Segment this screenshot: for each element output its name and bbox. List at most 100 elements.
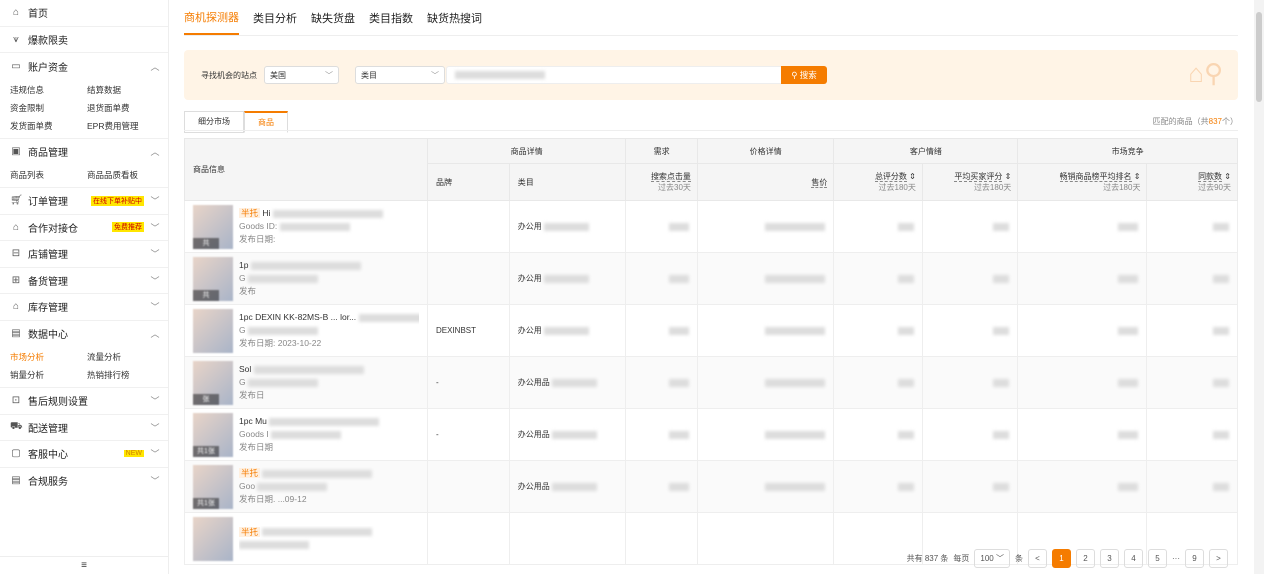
value-cell xyxy=(1146,304,1238,357)
submenu-item[interactable]: 违规信息 xyxy=(10,84,87,96)
col-same[interactable]: 同款数 ⇕ 过去90天 xyxy=(1146,163,1238,201)
value-cell xyxy=(625,512,698,565)
sidebar-item-compliance[interactable]: ▤ 合规服务 ﹀ xyxy=(0,468,168,495)
table-row[interactable]: 1pc DEXIN KK-82MS-B ... lor... G 发布日期: 2… xyxy=(184,304,1238,357)
product-thumbnail[interactable]: 共 xyxy=(193,204,233,249)
product-title[interactable]: Hi xyxy=(262,208,270,218)
store-icon: ⊟ xyxy=(11,248,21,260)
collapse-sidebar-icon[interactable]: ≡ xyxy=(0,556,168,574)
category-text: 办公用品 xyxy=(517,378,550,387)
product-title[interactable]: 1p xyxy=(239,260,248,270)
sort-icon[interactable]: ⇕ xyxy=(1005,172,1012,181)
col-clicks[interactable]: 搜索点击量 过去30天 xyxy=(625,163,698,201)
search-input[interactable] xyxy=(446,66,782,84)
next-page-button[interactable]: > xyxy=(1209,549,1228,568)
sidebar-item-account[interactable]: ▭ 账户资金 ︿ xyxy=(0,53,168,80)
category-select[interactable]: 类目 ﹀ xyxy=(355,66,445,84)
scrollbar-thumb[interactable] xyxy=(1256,12,1262,102)
page-1[interactable]: 1 xyxy=(1052,549,1071,568)
submenu-item[interactable]: 商品列表 xyxy=(10,169,87,181)
sidebar-item-data[interactable]: ▤ 数据中心 ︿ xyxy=(0,321,168,348)
sort-icon[interactable]: ⇕ xyxy=(1134,172,1141,181)
sidebar-item-goods[interactable]: ▣ 商品管理 ︿ xyxy=(0,139,168,166)
sidebar-item-inventory[interactable]: ⌂ 库存管理 ﹀ xyxy=(0,294,168,321)
category-text: 办公用品 xyxy=(517,482,550,491)
product-thumbnail[interactable]: 张 xyxy=(193,360,233,405)
promo-badge: 在线下单补贴中 xyxy=(91,195,144,206)
submenu-item[interactable]: 热销排行榜 xyxy=(87,369,164,381)
page-scrollbar[interactable] xyxy=(1254,0,1264,574)
table-row[interactable]: 共 半托 Hi Goods ID: 发布日期: 办公用 xyxy=(184,200,1238,253)
product-title[interactable]: 1pc Mu xyxy=(239,416,267,426)
sidebar-item-orders[interactable]: 🛒︎ 订单管理 在线下单补贴中 ﹀ xyxy=(0,188,168,215)
blurred-value xyxy=(262,469,373,478)
value-cell xyxy=(1017,252,1148,305)
tab-missing-goods[interactable]: 缺失货盘 xyxy=(311,2,355,34)
page-3[interactable]: 3 xyxy=(1100,549,1119,568)
goods-id: Goods I xyxy=(239,429,269,439)
sidebar-item-stock[interactable]: ⊞ 备货管理 ﹀ xyxy=(0,268,168,294)
blurred-value xyxy=(253,365,364,374)
sidebar-item-delivery[interactable]: ⛟ 配送管理 ﹀ xyxy=(0,415,168,441)
value-cell xyxy=(833,356,923,409)
submenu-item[interactable]: 商品品质看板 xyxy=(87,169,164,181)
warehouse-icon: ⌂ xyxy=(12,221,20,233)
sort-icon[interactable]: ⇕ xyxy=(909,172,916,181)
sidebar-item-aftersale[interactable]: ⊡ 售后规则设置 ﹀ xyxy=(0,388,168,415)
col-score[interactable]: 总评分数 ⇕ 过去180天 xyxy=(833,163,923,201)
home-icon: ⌂ xyxy=(12,7,20,19)
table-row[interactable]: 共1张 1pc Mu Goods I 发布日期 - 办公用品 xyxy=(184,408,1238,461)
table-row[interactable]: 共1张 半托 Goo 发布日期. ...09-12 办公用品 xyxy=(184,460,1238,513)
product-thumbnail[interactable]: 共1张 xyxy=(193,464,233,509)
page-size-select[interactable]: 100 ﹀ xyxy=(974,549,1010,568)
prev-page-button[interactable]: < xyxy=(1028,549,1047,568)
blurred-value xyxy=(248,378,318,387)
site-select[interactable]: 美国 ﹀ xyxy=(264,66,339,84)
submenu-item[interactable]: EPR费用管理 xyxy=(87,120,164,132)
sort-icon[interactable]: ⇕ xyxy=(1224,172,1231,181)
sidebar-item-coop[interactable]: ⌂ 合作对接仓 免费推荐 ﹀ xyxy=(0,215,168,241)
page-4[interactable]: 4 xyxy=(1124,549,1143,568)
submenu-item[interactable]: 资金限制 xyxy=(10,102,87,114)
submenu-item[interactable]: 结算数据 xyxy=(87,84,164,96)
search-button[interactable]: ⚲ 搜索 xyxy=(781,66,827,84)
tab-category-analysis[interactable]: 类目分析 xyxy=(253,2,297,34)
table-row[interactable]: 张 Sol G 发布日 - 办公用品 xyxy=(184,356,1238,409)
blurred-value xyxy=(552,430,597,439)
col-rank[interactable]: 畅销商品榜平均排名 ⇕ 过去180天 xyxy=(1017,163,1148,201)
submenu-item[interactable]: 退货面单费 xyxy=(87,102,164,114)
product-thumbnail[interactable] xyxy=(193,516,233,561)
tab-opportunity-detector[interactable]: 商机探测器 xyxy=(184,1,239,35)
tab-out-of-stock-keywords[interactable]: 缺货热搜词 xyxy=(427,2,482,34)
new-badge: NEW xyxy=(123,450,144,458)
sidebar-item-home[interactable]: ⌂ 首页 xyxy=(0,0,168,27)
tab-category-index[interactable]: 类目指数 xyxy=(369,2,413,34)
product-title[interactable]: 1pc DEXIN KK-82MS-B ... lor... xyxy=(239,312,356,322)
sidebar-item-store[interactable]: ⊟ 店铺管理 ﹀ xyxy=(0,241,168,268)
product-thumbnail[interactable]: 共 xyxy=(193,256,233,301)
box-icon: ▣ xyxy=(11,146,21,158)
product-thumbnail[interactable] xyxy=(193,308,233,353)
value-cell xyxy=(1146,200,1238,253)
submenu-item[interactable]: 流量分析 xyxy=(87,351,164,363)
submenu-item[interactable]: 发货面单费 xyxy=(10,120,87,132)
table-row[interactable]: 共 1p G 发布 办公用 xyxy=(184,252,1238,305)
col-rating[interactable]: 平均买家评分 ⇕ 过去180天 xyxy=(921,163,1019,201)
product-title[interactable]: Sol xyxy=(239,364,251,374)
rank-sub: 过去180天 xyxy=(1103,183,1141,192)
publish-date: 发布日期: 2023-10-22 xyxy=(239,338,322,348)
page-5[interactable]: 5 xyxy=(1148,549,1167,568)
submenu-item-market-analysis[interactable]: 市场分析 xyxy=(10,351,87,363)
page-9[interactable]: 9 xyxy=(1185,549,1204,568)
product-cell: 1pc DEXIN KK-82MS-B ... lor... G 发布日期: 2… xyxy=(184,304,428,357)
blurred-value xyxy=(262,528,373,537)
submenu-item[interactable]: 销量分析 xyxy=(10,369,87,381)
brand-cell: - xyxy=(427,408,510,461)
sidebar-item-hot[interactable]: ⩛ 爆款限卖 xyxy=(0,27,168,53)
blurred-value xyxy=(358,313,419,322)
blurred-value xyxy=(668,430,689,439)
col-price[interactable]: 售价 xyxy=(696,163,835,201)
product-thumbnail[interactable]: 共1张 xyxy=(193,412,233,457)
page-2[interactable]: 2 xyxy=(1076,549,1095,568)
sidebar-item-service[interactable]: ▢ 客服中心 NEW ﹀ xyxy=(0,441,168,468)
